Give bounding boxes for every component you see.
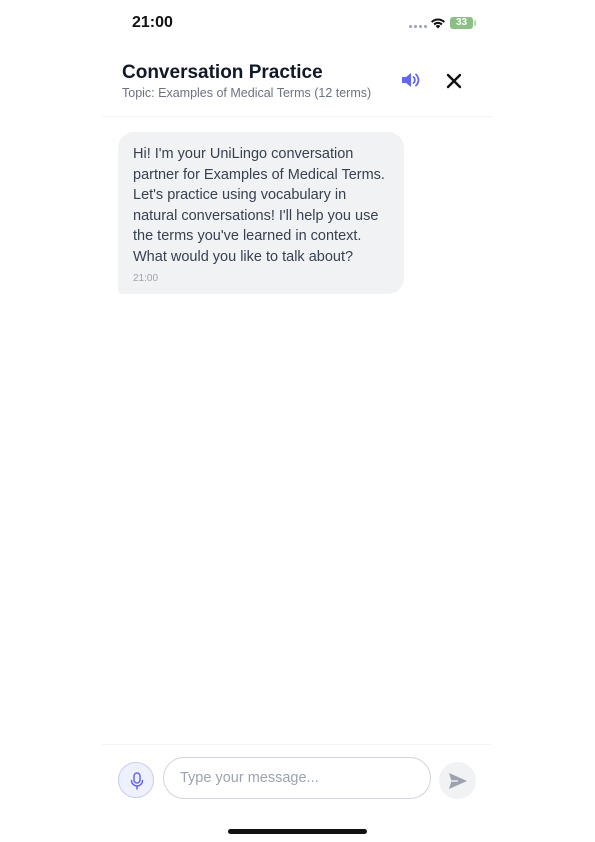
chat-header: Conversation Practice Topic: Examples of…: [102, 46, 492, 117]
home-indicator[interactable]: [228, 829, 367, 834]
message-timestamp: 21:00: [133, 272, 159, 284]
message-text: Hi! I'm your UniLingo conversation partn…: [133, 146, 385, 265]
battery-level: 33: [455, 17, 468, 28]
status-bar: 21:00 33: [0, 0, 595, 46]
message-input[interactable]: [163, 757, 431, 799]
microphone-icon: [130, 772, 144, 790]
page-title: Conversation Practice: [122, 62, 323, 83]
microphone-button[interactable]: [118, 762, 154, 798]
send-icon: [449, 773, 467, 789]
speaker-button[interactable]: [399, 70, 423, 90]
close-icon: [446, 73, 462, 89]
assistant-message-bubble: Hi! I'm your UniLingo conversation partn…: [118, 132, 404, 294]
send-button[interactable]: [439, 762, 476, 799]
message-composer: [102, 744, 492, 811]
topic-subtitle: Topic: Examples of Medical Terms (12 ter…: [122, 86, 372, 100]
wifi-icon: [431, 18, 445, 29]
battery-indicator: 33: [450, 17, 473, 29]
speaker-icon: [402, 73, 420, 87]
status-time: 21:00: [132, 14, 173, 31]
conversation-screen: 21:00 33 Conversation Practice Topic: Ex…: [0, 0, 595, 842]
close-button[interactable]: [443, 70, 465, 92]
cellular-signal-icon: [409, 25, 427, 29]
battery-tip: [474, 20, 476, 26]
